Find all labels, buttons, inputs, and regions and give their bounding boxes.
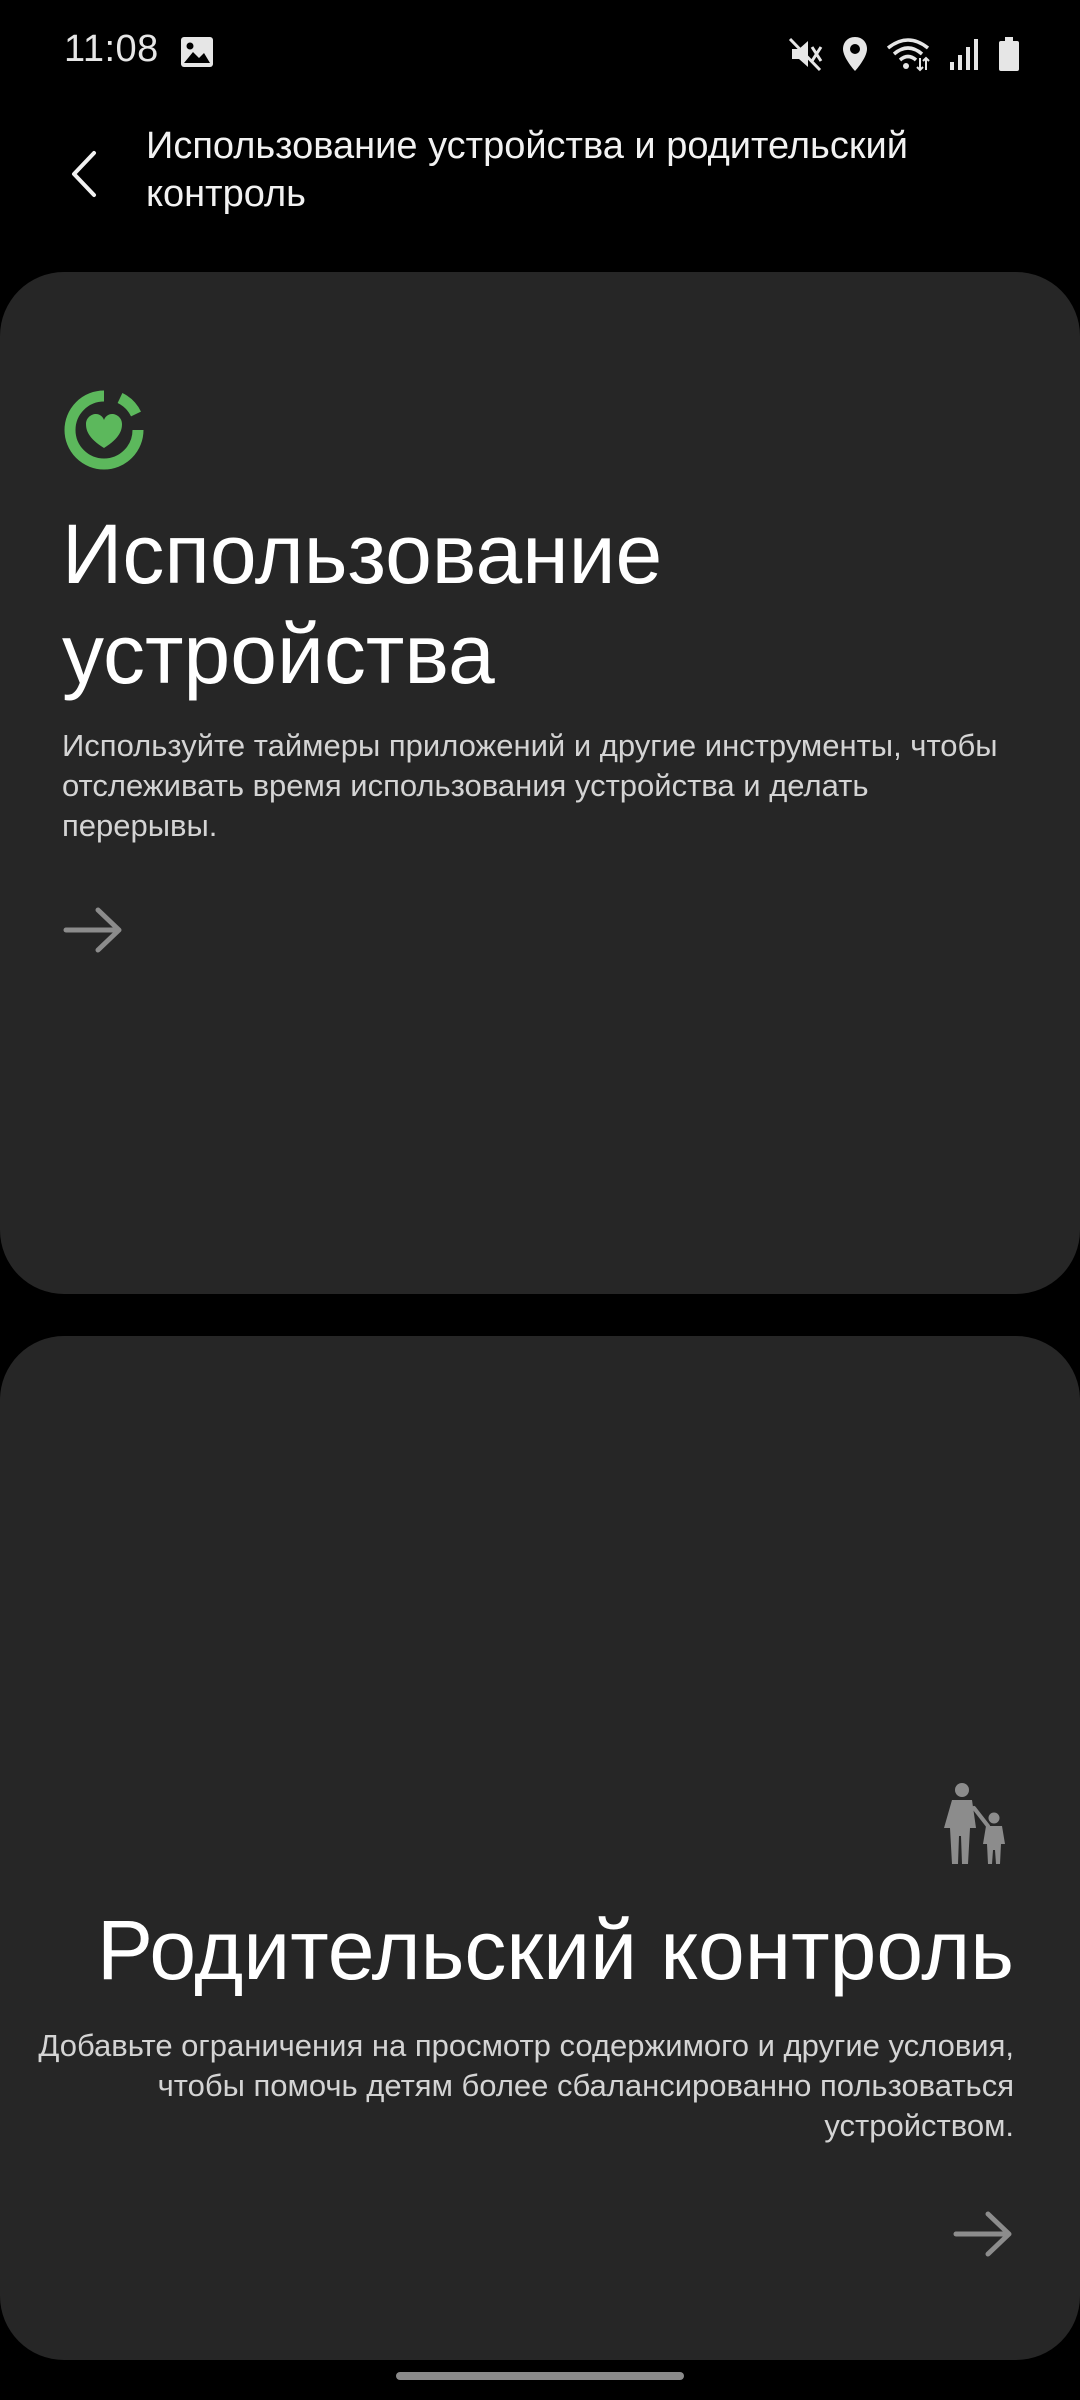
mute-icon bbox=[788, 36, 824, 72]
chevron-left-icon bbox=[69, 149, 99, 204]
device-usage-title-line2: устройства bbox=[62, 607, 495, 701]
parental-control-open-button[interactable] bbox=[952, 2206, 1016, 2262]
status-icons bbox=[788, 32, 1020, 76]
status-time: 11:08 bbox=[64, 28, 159, 70]
gesture-nav-handle[interactable] bbox=[396, 2372, 684, 2380]
parental-control-card[interactable]: Родительский контроль Добавьте ограничен… bbox=[0, 1336, 1080, 2360]
arrow-right-icon bbox=[952, 2211, 1016, 2266]
device-usage-title: Использование устройства bbox=[62, 504, 1022, 704]
device-usage-card[interactable]: Использование устройства Используйте тай… bbox=[0, 272, 1080, 1294]
location-icon bbox=[842, 36, 868, 72]
device-usage-description: Используйте таймеры приложений и другие … bbox=[62, 728, 998, 843]
parental-control-title: Родительский контроль bbox=[97, 1903, 1014, 1997]
wifi-icon bbox=[886, 36, 930, 72]
parent-child-icon bbox=[940, 1782, 1010, 1866]
arrow-right-icon bbox=[62, 907, 126, 962]
app-header: Использование устройства и родительский … bbox=[0, 110, 1080, 270]
device-usage-open-button[interactable] bbox=[62, 902, 126, 958]
battery-icon bbox=[998, 36, 1020, 72]
status-bar: 11:08 bbox=[0, 0, 1080, 110]
signal-icon bbox=[948, 36, 980, 72]
page-title: Использование устройства и родительский … bbox=[146, 125, 908, 215]
gallery-icon bbox=[180, 36, 214, 68]
device-usage-title-line1: Использование bbox=[62, 507, 663, 601]
digital-wellbeing-heart-icon bbox=[62, 388, 146, 472]
back-button[interactable] bbox=[52, 134, 116, 218]
parental-control-description: Добавьте ограничения на просмотр содержи… bbox=[38, 2028, 1014, 2143]
